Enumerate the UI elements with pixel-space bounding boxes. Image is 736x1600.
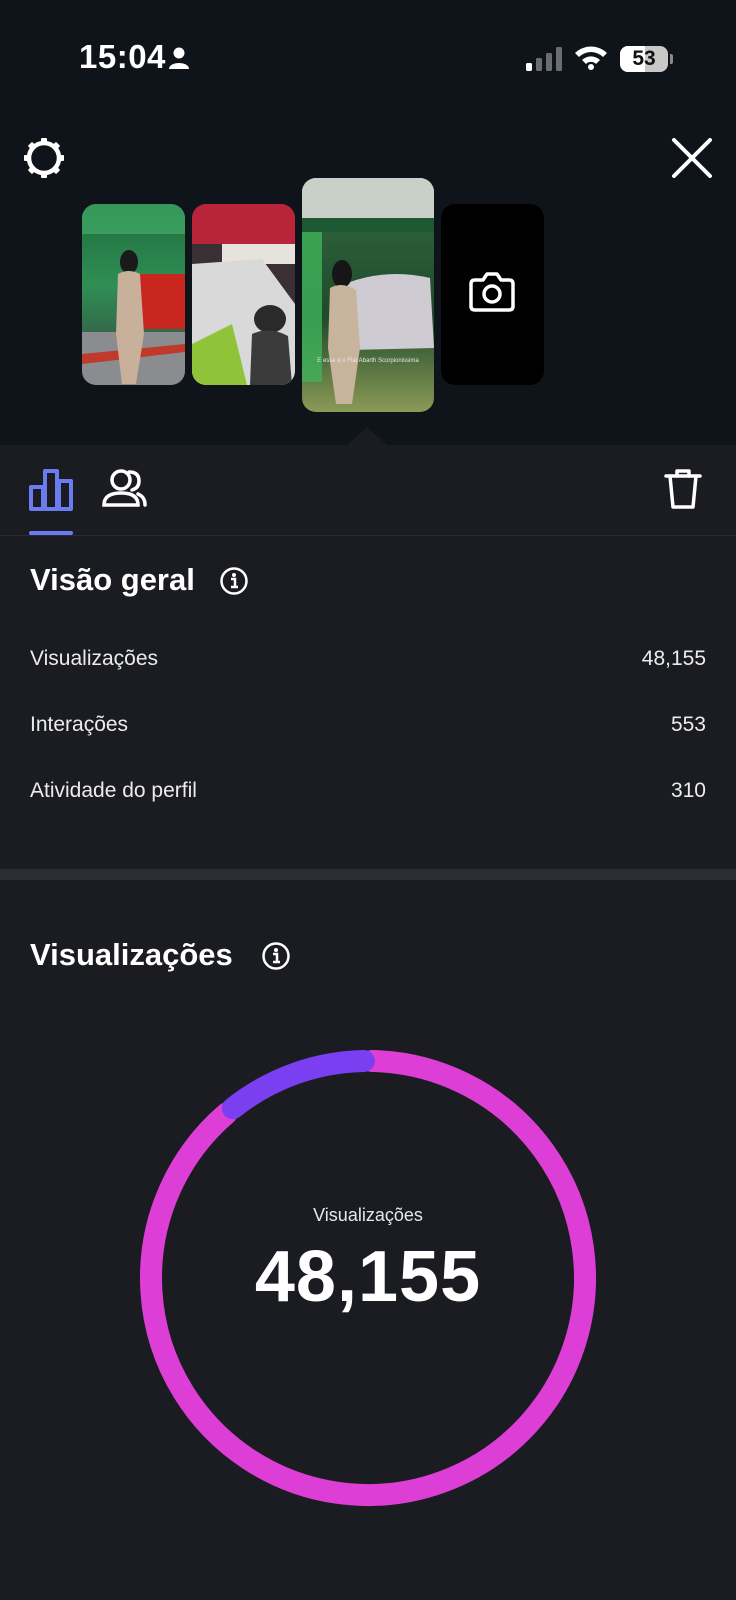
thumbnail-image [82, 204, 185, 385]
active-tab-indicator [29, 531, 73, 535]
thumbnail-caption: E esse é o Fiat Abarth Scorpionissima [317, 358, 419, 364]
overview-title: Visão geral [30, 562, 195, 597]
status-time: 15:04 [79, 38, 166, 75]
section-divider [0, 869, 736, 880]
thumbnail-image [192, 204, 295, 385]
stat-value: 553 [670, 713, 706, 736]
views-title: Visualizações [30, 937, 233, 972]
info-icon[interactable] [261, 941, 291, 971]
close-icon[interactable] [670, 136, 714, 180]
gear-icon[interactable] [22, 136, 66, 180]
stat-label: Atividade do perfil [30, 779, 197, 802]
insights-tab-bar [0, 445, 736, 536]
stat-label: Interações [30, 713, 129, 736]
info-icon[interactable] [219, 566, 249, 596]
stat-row-interactions: Interações 553 [30, 713, 706, 753]
stat-value: 310 [670, 779, 706, 802]
people-icon[interactable] [101, 467, 147, 509]
wifi-icon [575, 46, 607, 70]
stat-value: 48,155 [641, 647, 706, 670]
story-preview-area: 15:04 53 E esse é o Fiat Abarth Scorpion… [0, 0, 736, 445]
story-thumbnail[interactable] [82, 204, 185, 385]
donut-center-value: 48,155 [254, 1237, 482, 1317]
donut-segment-2 [221, 1050, 375, 1120]
bar-chart-icon[interactable] [29, 469, 73, 511]
stat-label: Visualizações [30, 647, 159, 670]
stat-row-profile-activity: Atividade do perfil 310 [30, 779, 706, 819]
battery-indicator: 53 [620, 46, 668, 72]
story-thumbnail-selected[interactable]: E esse é o Fiat Abarth Scorpionissima [302, 178, 434, 412]
add-story-button[interactable] [441, 204, 544, 385]
thumbnail-image [302, 178, 434, 412]
battery-nub [670, 54, 673, 64]
person-icon [169, 47, 189, 69]
story-thumbnail[interactable] [192, 204, 295, 385]
signal-icon [526, 47, 562, 71]
stat-row-views: Visualizações 48,155 [30, 647, 706, 687]
selection-pointer [347, 427, 387, 445]
trash-icon[interactable] [664, 468, 702, 510]
camera-icon [469, 272, 515, 312]
donut-center-label: Visualizações [313, 1205, 423, 1225]
battery-percent: 53 [632, 47, 656, 70]
